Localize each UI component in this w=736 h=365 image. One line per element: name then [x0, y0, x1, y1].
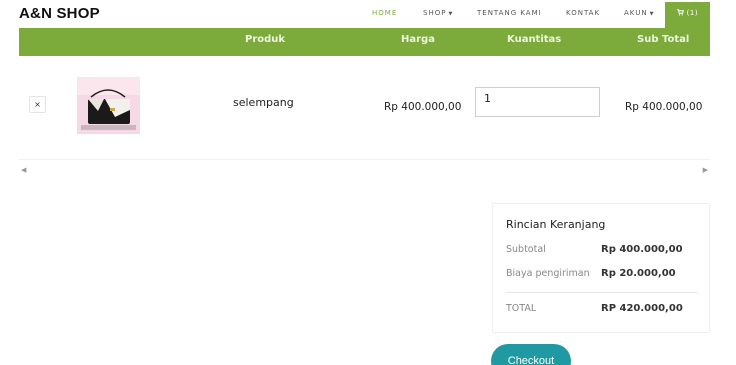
nav-shop[interactable]: SHOP ▼ [423, 9, 453, 21]
table-row: × selempang Rp 400.000,00 Rp 400.000,00 [19, 56, 710, 160]
col-subtotal: Sub Total [637, 34, 690, 45]
caret-down-icon: ▼ [649, 11, 655, 17]
scroll-right-icon[interactable]: ▶ [703, 166, 708, 174]
nav-shop-label: SHOP [423, 9, 447, 17]
horizontal-scrollbar[interactable]: ◀ ▶ [19, 163, 710, 179]
subtotal-label: Subtotal [506, 244, 546, 255]
cart-icon [676, 9, 687, 17]
nav-home[interactable]: HOME [372, 9, 397, 21]
col-produk: Produk [245, 34, 286, 45]
total-label: TOTAL [506, 303, 537, 314]
summary-divider [506, 292, 698, 293]
col-harga: Harga [401, 34, 435, 45]
nav-contact-label: KONTAK [566, 9, 601, 17]
top-navbar: A&N SHOP HOME SHOP ▼ TENTANG KAMI KONTAK … [0, 0, 736, 28]
shipping-label: Biaya pengiriman [506, 268, 590, 279]
nav-account-label: AKUN [624, 9, 648, 17]
checkout-button[interactable]: Checkout [491, 344, 571, 365]
product-subtotal: Rp 400.000,00 [625, 101, 703, 113]
nav-contact[interactable]: KONTAK [566, 9, 600, 21]
nav-account[interactable]: AKUN ▼ [624, 9, 654, 21]
product-thumbnail [77, 77, 140, 134]
summary-title: Rincian Keranjang [506, 218, 606, 231]
col-kuantitas: Kuantitas [507, 34, 562, 45]
cart-summary-box: Rincian Keranjang Subtotal Rp 400.000,00… [492, 203, 710, 333]
nav-about[interactable]: TENTANG KAMI [477, 9, 542, 21]
product-name[interactable]: selempang [233, 96, 294, 109]
brand-logo[interactable]: A&N SHOP [19, 5, 100, 22]
shipping-value: Rp 20.000,00 [601, 268, 676, 279]
caret-down-icon: ▼ [448, 11, 454, 17]
nav-cart[interactable]: (1) [665, 2, 710, 28]
quantity-input[interactable] [475, 87, 600, 117]
remove-item-button[interactable]: × [29, 96, 46, 113]
cart-count: (1) [686, 9, 699, 17]
scroll-left-icon[interactable]: ◀ [21, 166, 26, 174]
cart-table-header: Produk Harga Kuantitas Sub Total [19, 28, 710, 56]
product-price: Rp 400.000,00 [384, 101, 462, 113]
total-value: RP 420.000,00 [601, 303, 683, 314]
nav-home-label: HOME [372, 9, 398, 17]
subtotal-value: Rp 400.000,00 [601, 244, 683, 255]
nav-about-label: TENTANG KAMI [477, 9, 542, 17]
close-icon: × [34, 100, 41, 109]
